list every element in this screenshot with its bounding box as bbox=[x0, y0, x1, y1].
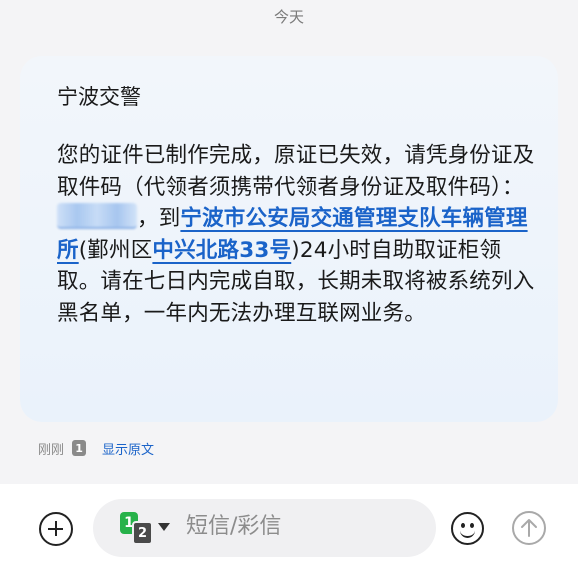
link-address[interactable]: 中兴北路33号 bbox=[152, 238, 291, 263]
sim-selector-icon[interactable]: 1 2 bbox=[120, 512, 153, 545]
sim-2-icon: 2 bbox=[132, 521, 153, 545]
message-text-1: 您的证件已制作完成，原证已失效，请凭身份证及取件码（代领者须携带代领者身份证及取… bbox=[57, 143, 535, 200]
message-text-2: ，到 bbox=[137, 206, 181, 231]
message-body: 您的证件已制作完成，原证已失效，请凭身份证及取件码（代领者须携带代领者身份证及取… bbox=[57, 140, 538, 329]
emoji-icon[interactable] bbox=[451, 512, 484, 545]
arrow-up-icon bbox=[521, 519, 537, 537]
input-placeholder: 短信/彩信 bbox=[186, 514, 282, 539]
show-original-button[interactable]: 显示原文 bbox=[102, 439, 154, 458]
chevron-down-icon[interactable] bbox=[158, 523, 170, 531]
send-button[interactable] bbox=[512, 511, 546, 545]
timestamp: 刚刚 bbox=[38, 442, 65, 458]
add-icon[interactable] bbox=[39, 512, 73, 546]
date-header: 今天 bbox=[273, 8, 304, 26]
masked-pickup-code bbox=[57, 203, 137, 229]
message-meta: 刚刚 1 显示原文 bbox=[38, 437, 154, 459]
sim-badge: 1 bbox=[72, 440, 87, 456]
message-text-3: (鄞州区 bbox=[78, 237, 153, 263]
sender-name: 宁波交警 bbox=[57, 85, 141, 109]
message-bubble[interactable]: 宁波交警 您的证件已制作完成，原证已失效，请凭身份证及取件码（代领者须携带代领者… bbox=[20, 56, 558, 422]
